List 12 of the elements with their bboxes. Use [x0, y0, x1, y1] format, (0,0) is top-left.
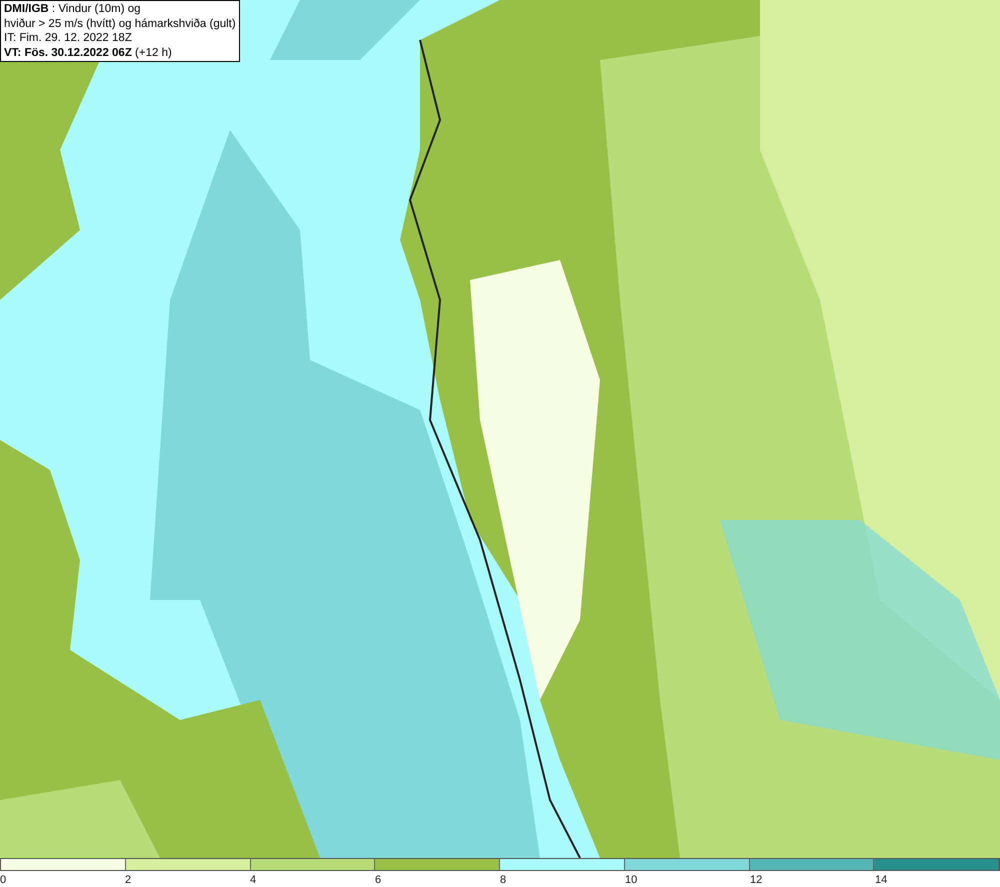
scale-label: 2	[125, 873, 132, 887]
header-line: IT: Fim. 29. 12. 2022 18Z	[4, 31, 133, 46]
scale-label: 14	[875, 873, 888, 887]
scale-label: 6	[375, 873, 382, 887]
scale-label: 12	[750, 873, 762, 887]
scale-label: 8	[500, 873, 506, 887]
header-line: hviður > 25 m/s (hvítt) og hámarkshviða (gult)	[4, 16, 236, 31]
scale-label: 10	[625, 873, 638, 887]
scale-label: 4	[250, 873, 256, 887]
header-line: VT: Fös. 30.12.2022 06Z (+12 h)	[4, 46, 173, 60]
header-line: DMI/IGB : Vindur (10m) og	[4, 2, 142, 16]
scale-label: 0	[0, 873, 6, 887]
